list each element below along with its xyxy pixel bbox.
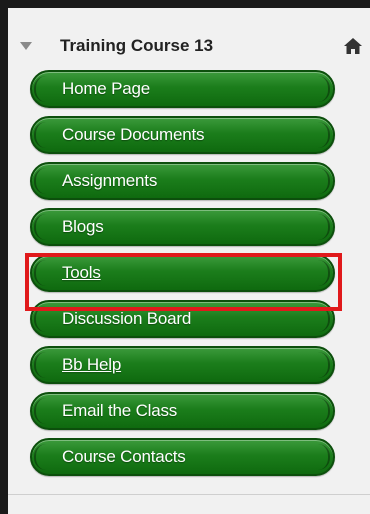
menu-item-label: Blogs [62, 217, 104, 236]
menu-item-course-documents[interactable]: Course Documents [30, 116, 335, 154]
course-title[interactable]: Training Course 13 [60, 36, 213, 56]
collapse-triangle-icon[interactable] [20, 42, 32, 50]
menu-item-label: Email the Class [62, 401, 178, 420]
menu-item-label: Course Documents [62, 125, 205, 144]
panel-divider [8, 494, 370, 495]
menu-item-tools[interactable]: Tools [30, 254, 335, 292]
menu-item-label: Tools [62, 263, 101, 282]
menu-item-course-contacts[interactable]: Course Contacts [30, 438, 335, 476]
menu-item-label: Discussion Board [62, 309, 192, 328]
menu-item-bb-help[interactable]: Bb Help [30, 346, 335, 384]
menu-item-blogs[interactable]: Blogs [30, 208, 335, 246]
menu-item-label: Bb Help [62, 355, 122, 374]
course-menu: Home Page Course Documents Assignments B… [30, 70, 335, 484]
menu-item-label: Home Page [62, 79, 150, 98]
home-icon[interactable] [343, 36, 363, 56]
menu-item-assignments[interactable]: Assignments [30, 162, 335, 200]
menu-item-discussion-board[interactable]: Discussion Board [30, 300, 335, 338]
window-top-border [0, 0, 370, 8]
menu-item-home-page[interactable]: Home Page [30, 70, 335, 108]
window-left-border [0, 0, 8, 514]
menu-item-email-the-class[interactable]: Email the Class [30, 392, 335, 430]
menu-item-label: Course Contacts [62, 447, 186, 466]
course-header: Training Course 13 [20, 32, 365, 60]
menu-item-label: Assignments [62, 171, 158, 190]
